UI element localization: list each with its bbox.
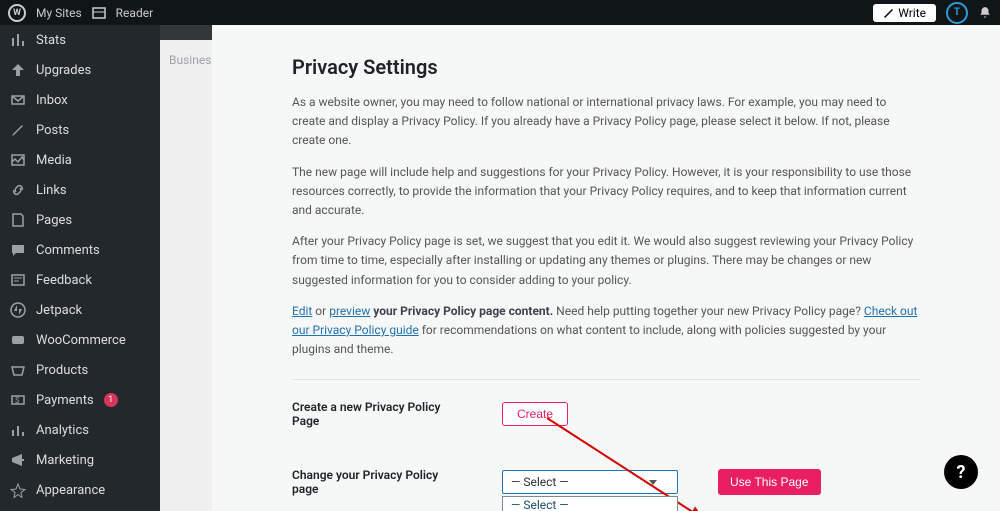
wordpress-logo-icon[interactable]: W xyxy=(8,4,26,22)
main-content: Privacy Settings As a website owner, you… xyxy=(212,25,1000,511)
sidebar-item-label: Links xyxy=(36,183,67,198)
page-select[interactable]: — Select — xyxy=(502,470,678,494)
sidebar-item-label: Comments xyxy=(36,243,100,258)
sidebar-item-products[interactable]: Products xyxy=(0,355,160,385)
sidebar-item-jetpack[interactable]: Jetpack xyxy=(0,295,160,325)
payments-icon: $ xyxy=(10,392,26,408)
sidebar-item-pages[interactable]: Pages xyxy=(0,205,160,235)
sidebar-item-label: WooCommerce xyxy=(36,333,126,348)
preview-link[interactable]: preview xyxy=(329,304,370,318)
chevron-down-icon xyxy=(649,480,657,485)
select-value: — Select — xyxy=(511,475,569,489)
sidebar-item-label: Appearance xyxy=(36,483,105,498)
sidebar-item-comments[interactable]: Comments xyxy=(0,235,160,265)
edit-link[interactable]: Edit xyxy=(292,304,312,318)
change-page-label: Change your Privacy Policy page xyxy=(292,468,462,496)
write-button[interactable]: Write xyxy=(873,4,936,22)
use-this-page-button[interactable]: Use This Page xyxy=(718,469,821,495)
inbox-icon xyxy=(10,92,26,108)
sidebar-item-label: Analytics xyxy=(36,423,89,438)
pencil-icon xyxy=(883,7,894,18)
sidebar-item-label: Products xyxy=(36,363,88,378)
analytics-icon xyxy=(10,422,26,438)
stats-icon xyxy=(10,32,26,48)
select-option[interactable]: — Select — xyxy=(503,497,677,511)
sidebar-item-media[interactable]: Media xyxy=(0,145,160,175)
sidebar-item-links[interactable]: Links xyxy=(0,175,160,205)
admin-sidebar: Stats Upgrades Inbox Posts Media Links Pages Co… xyxy=(0,25,160,511)
create-button[interactable]: Create xyxy=(502,402,568,426)
svg-text:$: $ xyxy=(15,396,20,405)
sidebar-item-appearance[interactable]: Appearance xyxy=(0,475,160,505)
sidebar-item-label: Stats xyxy=(36,33,66,48)
notifications-icon[interactable] xyxy=(978,6,992,20)
stats-sparkline xyxy=(160,25,212,40)
appearance-icon xyxy=(10,482,26,498)
sidebar-item-label: Pages xyxy=(36,213,72,228)
comments-icon xyxy=(10,242,26,258)
posts-icon xyxy=(10,122,26,138)
sidebar-item-label: Marketing xyxy=(36,453,94,468)
sidebar-item-inbox[interactable]: Inbox xyxy=(0,85,160,115)
sidebar-item-label: Feedback xyxy=(36,273,92,288)
sidebar-item-stats[interactable]: Stats xyxy=(0,25,160,55)
plan-label: Business xyxy=(169,53,218,67)
sidebar-item-payments[interactable]: $ Payments 1 xyxy=(0,385,160,415)
page-select-dropdown: — Select —AboutCartCheckoutCookies Polic… xyxy=(502,496,678,511)
sidebar-item-label: Payments xyxy=(36,393,94,408)
page-title: Privacy Settings xyxy=(292,55,920,79)
help-button[interactable]: ? xyxy=(944,455,978,489)
admin-top-bar: W My Sites Reader Write T xyxy=(0,0,1000,25)
intro-paragraph-2: The new page will include help and sugge… xyxy=(292,163,920,221)
feedback-icon xyxy=(10,272,26,288)
reader-link[interactable]: Reader xyxy=(116,6,153,20)
sidebar-item-plugins[interactable]: Plugins xyxy=(0,505,160,511)
edit-preview-line: Edit or preview your Privacy Policy page… xyxy=(292,302,920,360)
upgrades-icon xyxy=(10,62,26,78)
reader-icon xyxy=(92,6,106,20)
marketing-icon xyxy=(10,452,26,468)
my-sites-link[interactable]: My Sites xyxy=(36,6,82,20)
links-icon xyxy=(10,182,26,198)
products-icon xyxy=(10,362,26,378)
sidebar-item-label: Upgrades xyxy=(36,63,91,78)
sidebar-item-woocommerce[interactable]: WooCommerce xyxy=(0,325,160,355)
sidebar-item-marketing[interactable]: Marketing xyxy=(0,445,160,475)
woocommerce-icon xyxy=(10,332,26,348)
create-page-label: Create a new Privacy Policy Page xyxy=(292,400,462,428)
sidebar-item-analytics[interactable]: Analytics xyxy=(0,415,160,445)
jetpack-icon xyxy=(10,302,26,318)
sidebar-item-label: Jetpack xyxy=(36,303,82,318)
write-label: Write xyxy=(898,6,926,20)
sidebar-item-label: Media xyxy=(36,153,72,168)
sidebar-item-label: Posts xyxy=(36,123,69,138)
badge: 1 xyxy=(104,393,118,407)
user-avatar[interactable]: T xyxy=(946,2,968,24)
sidebar-item-upgrades[interactable]: Upgrades xyxy=(0,55,160,85)
pages-icon xyxy=(10,212,26,228)
media-icon xyxy=(10,152,26,168)
intro-paragraph-1: As a website owner, you may need to foll… xyxy=(292,93,920,151)
divider xyxy=(292,379,920,380)
sidebar-item-label: Inbox xyxy=(36,93,68,108)
sidebar-item-posts[interactable]: Posts xyxy=(0,115,160,145)
sidebar-item-feedback[interactable]: Feedback xyxy=(0,265,160,295)
intro-paragraph-3: After your Privacy Policy page is set, w… xyxy=(292,232,920,290)
